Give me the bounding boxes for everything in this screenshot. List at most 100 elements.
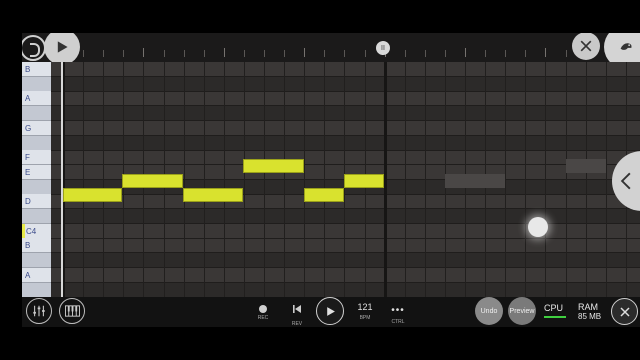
ctrl-label: CTRL bbox=[391, 319, 405, 325]
piano-roll-screen: II B A G F E D C4 B A REC REV 121 BPM ••… bbox=[22, 33, 640, 327]
play-button[interactable] bbox=[316, 297, 344, 325]
grid-line bbox=[324, 62, 326, 297]
grid-line bbox=[203, 62, 205, 297]
timeline-ruler[interactable]: II bbox=[22, 33, 640, 69]
grid-line bbox=[304, 62, 306, 297]
note-e-1[interactable] bbox=[122, 174, 183, 188]
note-d-3[interactable] bbox=[304, 188, 344, 202]
grid-lane bbox=[51, 62, 640, 77]
piano-key[interactable] bbox=[22, 179, 51, 195]
app-logo-icon[interactable] bbox=[22, 35, 46, 61]
ruler-tick bbox=[344, 50, 346, 57]
grid-lane bbox=[51, 91, 640, 107]
grid-line bbox=[525, 62, 527, 297]
piano-key[interactable]: C4 bbox=[22, 223, 51, 239]
play-icon bbox=[57, 41, 68, 53]
preview-button[interactable]: Preview bbox=[508, 297, 536, 325]
piano-key[interactable]: F bbox=[22, 150, 51, 166]
playhead-line[interactable] bbox=[61, 62, 63, 297]
grid-line bbox=[103, 62, 105, 297]
bar-separator bbox=[384, 62, 386, 297]
ruler-tick bbox=[103, 50, 105, 57]
grid-line bbox=[284, 62, 286, 297]
record-button[interactable]: REC bbox=[249, 299, 277, 321]
record-label: REC bbox=[257, 315, 269, 321]
rewind-button[interactable]: REV bbox=[283, 299, 311, 327]
note-grid[interactable] bbox=[51, 62, 640, 298]
bpm-label: BPM bbox=[359, 315, 371, 321]
loop-marker[interactable]: II bbox=[376, 41, 390, 55]
chevron-left-icon bbox=[620, 172, 631, 190]
ruler-tick bbox=[83, 50, 85, 57]
close-button-top[interactable] bbox=[572, 33, 600, 60]
mixer-icon bbox=[33, 305, 45, 317]
record-icon bbox=[259, 305, 267, 313]
note-d-1[interactable] bbox=[63, 188, 122, 202]
ruler-tick bbox=[284, 50, 286, 57]
close-button-bottom[interactable] bbox=[611, 298, 638, 325]
grid-line bbox=[605, 62, 607, 297]
grid-lane bbox=[51, 76, 640, 92]
grid-line bbox=[505, 62, 507, 297]
bird-icon bbox=[620, 43, 632, 50]
ruler-tick bbox=[143, 48, 145, 57]
ram-label: RAM bbox=[578, 302, 598, 312]
piano-key[interactable]: D bbox=[22, 194, 51, 210]
piano-key[interactable] bbox=[22, 106, 51, 122]
piano-key[interactable]: A bbox=[22, 267, 51, 283]
ruler-tick bbox=[243, 50, 245, 57]
note-d-2[interactable] bbox=[183, 188, 243, 202]
piano-key[interactable]: A bbox=[22, 91, 51, 107]
mixer-button[interactable] bbox=[26, 298, 52, 324]
bpm-value: 121 bbox=[357, 302, 373, 312]
piano-button[interactable] bbox=[59, 298, 85, 324]
piano-key[interactable]: G bbox=[22, 120, 51, 136]
piano-key[interactable]: B bbox=[22, 238, 51, 254]
ruler-tick bbox=[465, 48, 466, 57]
piano-key[interactable] bbox=[22, 135, 51, 151]
grid-lane bbox=[51, 150, 640, 166]
undo-button[interactable]: Undo bbox=[475, 297, 503, 325]
bottom-toolbar: REC REV 121 BPM ••• CTRL Undo Preview CP… bbox=[22, 297, 640, 327]
ruler-tick bbox=[545, 48, 547, 57]
grid-line bbox=[223, 62, 225, 297]
preview-label: Preview bbox=[509, 307, 535, 315]
loop-marker-label: II bbox=[381, 44, 385, 52]
ruler-tick bbox=[304, 48, 306, 57]
ruler-tick bbox=[203, 50, 205, 57]
grid-lane bbox=[51, 209, 640, 224]
rewind-label: REV bbox=[291, 321, 303, 327]
cpu-meter bbox=[544, 316, 566, 318]
piano-key[interactable]: B bbox=[22, 62, 51, 77]
grid-lane bbox=[51, 106, 640, 122]
grid-lane bbox=[51, 267, 640, 283]
touch-indicator bbox=[528, 217, 548, 237]
ruler-tick bbox=[163, 50, 165, 57]
piano-key[interactable]: E bbox=[22, 164, 51, 180]
rewind-icon bbox=[293, 305, 301, 313]
note-f-1[interactable] bbox=[243, 159, 304, 173]
grid-line bbox=[243, 62, 245, 297]
piano-key[interactable] bbox=[22, 76, 51, 92]
grid-lane bbox=[51, 223, 640, 239]
piano-key[interactable] bbox=[22, 253, 51, 269]
piano-icon bbox=[64, 305, 80, 317]
play-button-top[interactable] bbox=[44, 33, 80, 65]
ruler-tick bbox=[324, 50, 326, 57]
ruler-tick bbox=[565, 50, 567, 57]
piano-keyboard[interactable]: B A G F E D C4 B A bbox=[22, 62, 51, 298]
grid-lane bbox=[51, 120, 640, 136]
ruler-tick bbox=[123, 50, 125, 57]
grid-line bbox=[183, 62, 185, 297]
close-icon bbox=[580, 40, 592, 52]
note-e-2[interactable] bbox=[344, 174, 384, 188]
piano-key[interactable] bbox=[22, 209, 51, 224]
tempo-control[interactable]: 121 BPM bbox=[353, 302, 377, 321]
ruler-tick bbox=[424, 50, 426, 57]
ctrl-menu-button[interactable]: ••• CTRL bbox=[386, 305, 410, 325]
grid-lane bbox=[51, 282, 640, 298]
play-icon bbox=[326, 306, 335, 316]
ram-readout: RAM 85 MB bbox=[578, 302, 601, 322]
grid-lane bbox=[51, 253, 640, 269]
piano-key[interactable] bbox=[22, 282, 51, 298]
